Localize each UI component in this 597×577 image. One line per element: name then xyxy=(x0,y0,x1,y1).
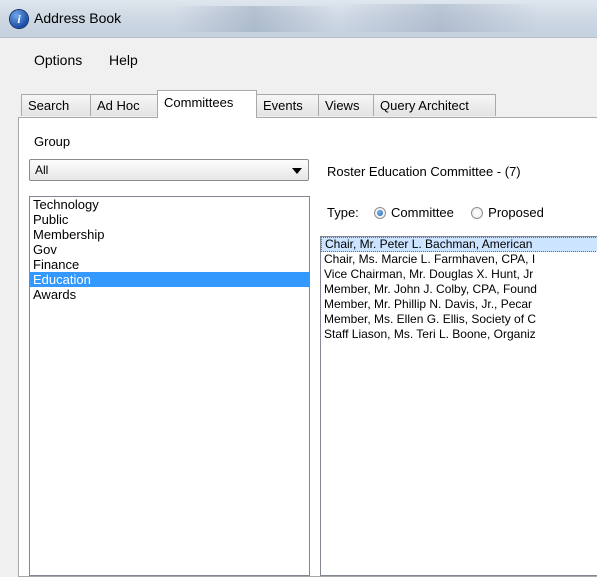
list-item[interactable]: Awards xyxy=(30,287,309,302)
list-item[interactable]: Public xyxy=(30,212,309,227)
list-item[interactable]: Member, Ms. Ellen G. Ellis, Society of C xyxy=(321,312,597,327)
title-bar: i Address Book xyxy=(0,0,597,38)
type-label: Type: xyxy=(327,205,359,220)
group-select-value: All xyxy=(35,163,49,177)
list-item[interactable]: Finance xyxy=(30,257,309,272)
committee-radio[interactable] xyxy=(374,207,387,219)
list-item[interactable]: Gov xyxy=(30,242,309,257)
roster-list[interactable]: Chair, Mr. Peter L. Bachman, American Ch… xyxy=(320,236,597,576)
list-item[interactable]: Technology xyxy=(30,197,309,212)
type-row: Type: Committee Proposed xyxy=(327,205,544,220)
list-item[interactable]: Membership xyxy=(30,227,309,242)
committee-radio-label[interactable]: Committee xyxy=(391,205,454,220)
window-title: Address Book xyxy=(34,10,122,26)
tab-events[interactable]: Events xyxy=(256,94,319,116)
title-bar-blur xyxy=(340,4,540,32)
list-item[interactable]: Chair, Mr. Peter L. Bachman, American xyxy=(321,237,597,252)
list-item[interactable]: Member, Mr. Phillip N. Davis, Jr., Pecar xyxy=(321,297,597,312)
tab-committees[interactable]: Committees xyxy=(157,90,257,118)
tab-ad-hoc[interactable]: Ad Hoc xyxy=(90,94,158,116)
group-list[interactable]: Technology Public Membership Gov Finance… xyxy=(29,196,310,576)
chevron-down-icon[interactable] xyxy=(292,168,302,174)
info-app-icon: i xyxy=(10,10,28,28)
tab-views[interactable]: Views xyxy=(318,94,374,116)
list-item[interactable]: Member, Mr. John J. Colby, CPA, Found xyxy=(321,282,597,297)
list-item[interactable]: Education xyxy=(30,272,309,287)
list-item[interactable]: Staff Liason, Ms. Teri L. Boone, Organiz xyxy=(321,327,597,342)
group-select[interactable]: All xyxy=(29,159,309,181)
group-label: Group xyxy=(34,134,71,149)
title-bar-blur xyxy=(175,6,335,32)
roster-title: Roster Education Committee - (7) xyxy=(327,164,521,179)
menu-bar: Options Help xyxy=(18,38,597,82)
proposed-radio-label[interactable]: Proposed xyxy=(488,205,544,220)
menu-help[interactable]: Help xyxy=(109,52,138,68)
tab-search[interactable]: Search xyxy=(21,94,91,116)
proposed-radio[interactable] xyxy=(471,207,484,219)
tab-query-architect[interactable]: Query Architect xyxy=(373,94,496,116)
list-item[interactable]: Chair, Ms. Marcie L. Farmhaven, CPA, I xyxy=(321,252,597,267)
list-item[interactable]: Vice Chairman, Mr. Douglas X. Hunt, Jr xyxy=(321,267,597,282)
menu-options[interactable]: Options xyxy=(34,52,82,68)
